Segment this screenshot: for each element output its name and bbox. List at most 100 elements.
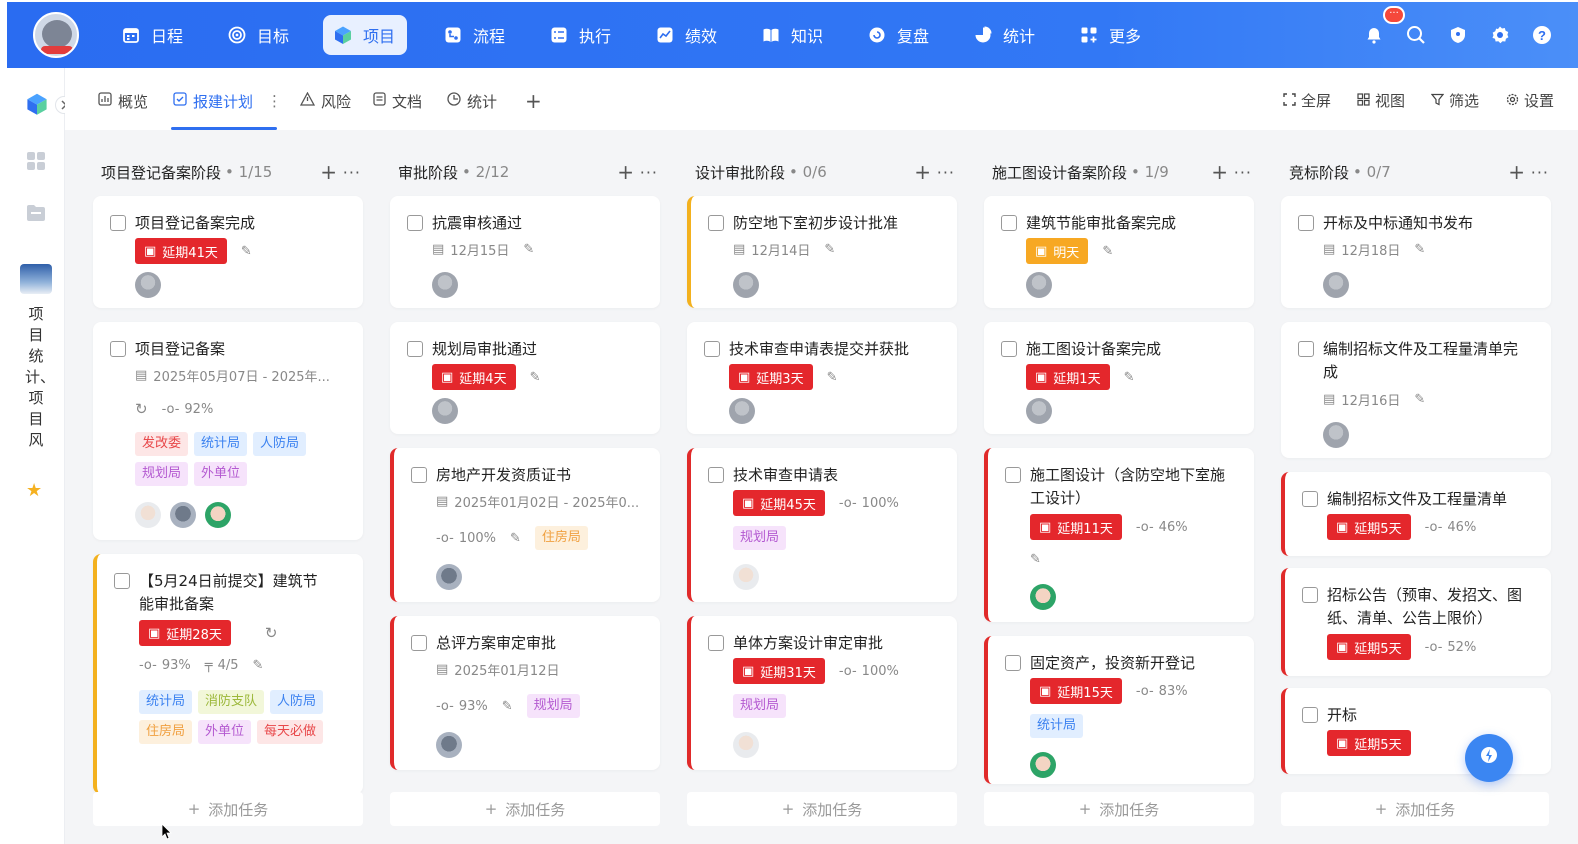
task-card[interactable]: 开标及中标通知书发布 ▤ 12月18日 ✎ [1281, 196, 1551, 308]
add-card-icon[interactable]: + [1211, 160, 1228, 184]
add-task-button[interactable]: + 添加任务 [687, 792, 957, 826]
add-task-button[interactable]: + 添加任务 [93, 792, 363, 826]
task-card[interactable]: 招标公告（预审、发招文、图纸、清单、公告上限价） ▣ 延期5天 -o- 52% [1281, 568, 1551, 676]
view-button[interactable]: 视图 [1357, 90, 1405, 111]
tag[interactable]: 住房局 [139, 720, 193, 744]
due-tomorrow-tag[interactable]: ▣ 明天 [1026, 238, 1089, 264]
task-card[interactable]: 总评方案审定审批 ▤ 2025年01月12日 -o- 93% ✎ 规划局 [390, 616, 660, 770]
nav-item-execute[interactable]: 执行 [539, 15, 621, 55]
task-checkbox[interactable] [114, 573, 130, 589]
nav-item-knowledge[interactable]: 知识 [751, 15, 833, 55]
tag[interactable]: 人防局 [253, 432, 307, 456]
nav-item-projects[interactable]: 项目 [323, 15, 407, 55]
tag[interactable]: 规划局 [733, 694, 787, 718]
avatar[interactable] [432, 398, 458, 424]
fullscreen-button[interactable]: 全屏 [1283, 90, 1331, 111]
task-checkbox[interactable] [1302, 491, 1318, 507]
tab-more-icon[interactable]: ⋮ [267, 92, 282, 110]
avatar[interactable] [1026, 398, 1052, 424]
task-checkbox[interactable] [1302, 707, 1318, 723]
tag[interactable]: 人防局 [270, 690, 324, 714]
task-card[interactable]: 项目登记备案 ▤ 2025年05月07日 - 2025年... ↻ -o- 92% 发… [93, 322, 363, 540]
task-card[interactable]: 建筑节能审批备案完成 ▣ 明天 ✎ [984, 196, 1254, 308]
overdue-tag[interactable]: ▣ 延期5天 [1327, 634, 1411, 660]
task-card[interactable]: 规划局审批通过 ▣ 延期4天 ✎ [390, 322, 660, 434]
tab-overview[interactable]: 概览 [98, 90, 148, 112]
tag[interactable]: 统计局 [139, 690, 193, 714]
avatar[interactable] [170, 502, 196, 528]
edit-icon[interactable]: ✎ [252, 658, 263, 673]
task-checkbox[interactable] [708, 467, 724, 483]
edit-icon[interactable]: ✎ [1414, 242, 1425, 257]
task-checkbox[interactable] [704, 341, 720, 357]
search-icon[interactable] [1405, 24, 1427, 46]
task-checkbox[interactable] [407, 341, 423, 357]
avatar[interactable] [1030, 584, 1056, 610]
avatar[interactable] [1323, 272, 1349, 298]
edit-icon[interactable]: ✎ [523, 242, 534, 257]
task-card[interactable]: 抗震审核通过 ▤ 12月15日 ✎ [390, 196, 660, 308]
add-task-button[interactable]: + 添加任务 [984, 792, 1254, 826]
avatar[interactable] [733, 272, 759, 298]
folder-icon[interactable] [25, 202, 47, 224]
tag[interactable]: 规划局 [733, 526, 787, 550]
overdue-tag[interactable]: ▣ 延期45天 [733, 490, 825, 516]
task-card[interactable]: 【5月24日前提交】建筑节能审批备案 ▣ 延期28天 ↻ -o- 93% ╤ 4/5 ✎ 统… [93, 554, 363, 794]
more-icon[interactable]: ··· [937, 163, 955, 182]
tag[interactable]: 消防支队 [198, 690, 265, 714]
edit-icon[interactable]: ✎ [502, 699, 513, 714]
task-checkbox[interactable] [411, 467, 427, 483]
overdue-tag[interactable]: ▣ 延期4天 [432, 364, 516, 390]
project-thumbnail[interactable] [20, 264, 52, 294]
bell-icon[interactable] [1363, 24, 1385, 46]
assistant-button[interactable] [1465, 734, 1513, 782]
avatar[interactable] [1323, 422, 1349, 448]
star-icon[interactable]: ★ [26, 480, 42, 501]
task-checkbox[interactable] [411, 635, 427, 651]
gear-icon[interactable] [1489, 24, 1511, 46]
edit-icon[interactable]: ✎ [241, 244, 252, 259]
task-card[interactable]: 房地产开发资质证书 ▤ 2025年01月02日 - 2025年0... -o- 10… [390, 448, 660, 602]
overdue-tag[interactable]: ▣ 延期31天 [733, 658, 825, 684]
task-card[interactable]: 编制招标文件及工程量清单 ▣ 延期5天 -o- 46% [1281, 472, 1551, 556]
nav-item-more[interactable]: 更多 [1069, 15, 1151, 55]
edit-icon[interactable]: ✎ [1102, 244, 1113, 259]
tab-docs[interactable]: 文档 [373, 90, 422, 112]
more-icon[interactable]: ··· [1234, 163, 1252, 182]
task-checkbox[interactable] [708, 215, 724, 231]
task-card[interactable]: 施工图设计备案完成 ▣ 延期1天 ✎ [984, 322, 1254, 434]
task-checkbox[interactable] [1298, 215, 1314, 231]
nav-item-schedule[interactable]: 日程 [111, 15, 193, 55]
more-icon[interactable]: ··· [343, 163, 361, 182]
edit-icon[interactable]: ✎ [827, 370, 838, 385]
task-card[interactable]: 施工图设计（含防空地下室施工设计） ▣ 延期11天 -o- 46% ✎ [984, 448, 1254, 622]
user-avatar-logo[interactable] [33, 12, 79, 58]
tag[interactable]: 统计局 [194, 432, 248, 456]
add-card-icon[interactable]: + [1508, 160, 1525, 184]
tag[interactable]: 规划局 [526, 694, 580, 718]
grid-icon[interactable] [25, 150, 47, 172]
add-card-icon[interactable]: + [320, 160, 337, 184]
more-icon[interactable]: ··· [1531, 163, 1549, 182]
edit-icon[interactable]: ✎ [1030, 552, 1041, 567]
avatar[interactable] [733, 732, 759, 758]
add-card-icon[interactable]: + [617, 160, 634, 184]
overdue-tag[interactable]: ▣ 延期1天 [1026, 364, 1110, 390]
avatar[interactable] [1026, 272, 1052, 298]
tag[interactable]: 发改委 [135, 432, 189, 456]
more-icon[interactable]: ··· [640, 163, 658, 182]
avatar[interactable] [135, 502, 161, 528]
filter-button[interactable]: 筛选 [1430, 90, 1479, 111]
avatar[interactable] [135, 272, 161, 298]
tag[interactable]: 统计局 [1030, 714, 1084, 738]
tab-risk[interactable]: 风险 [299, 90, 351, 112]
task-card[interactable]: 单体方案设计审定审批 ▣ 延期31天 -o- 100% 规划局 [687, 616, 957, 770]
task-checkbox[interactable] [110, 215, 126, 231]
add-tab-button[interactable]: + [525, 89, 542, 113]
help-icon[interactable]: ? [1531, 24, 1553, 46]
task-card[interactable]: 固定资产，投资新开登记 ▣ 延期15天 -o- 83% 统计局 [984, 636, 1254, 784]
overdue-tag[interactable]: ▣ 延期11天 [1030, 514, 1122, 540]
avatar[interactable] [733, 564, 759, 590]
tab-stats[interactable]: 统计 [447, 90, 497, 112]
avatar[interactable] [205, 502, 231, 528]
